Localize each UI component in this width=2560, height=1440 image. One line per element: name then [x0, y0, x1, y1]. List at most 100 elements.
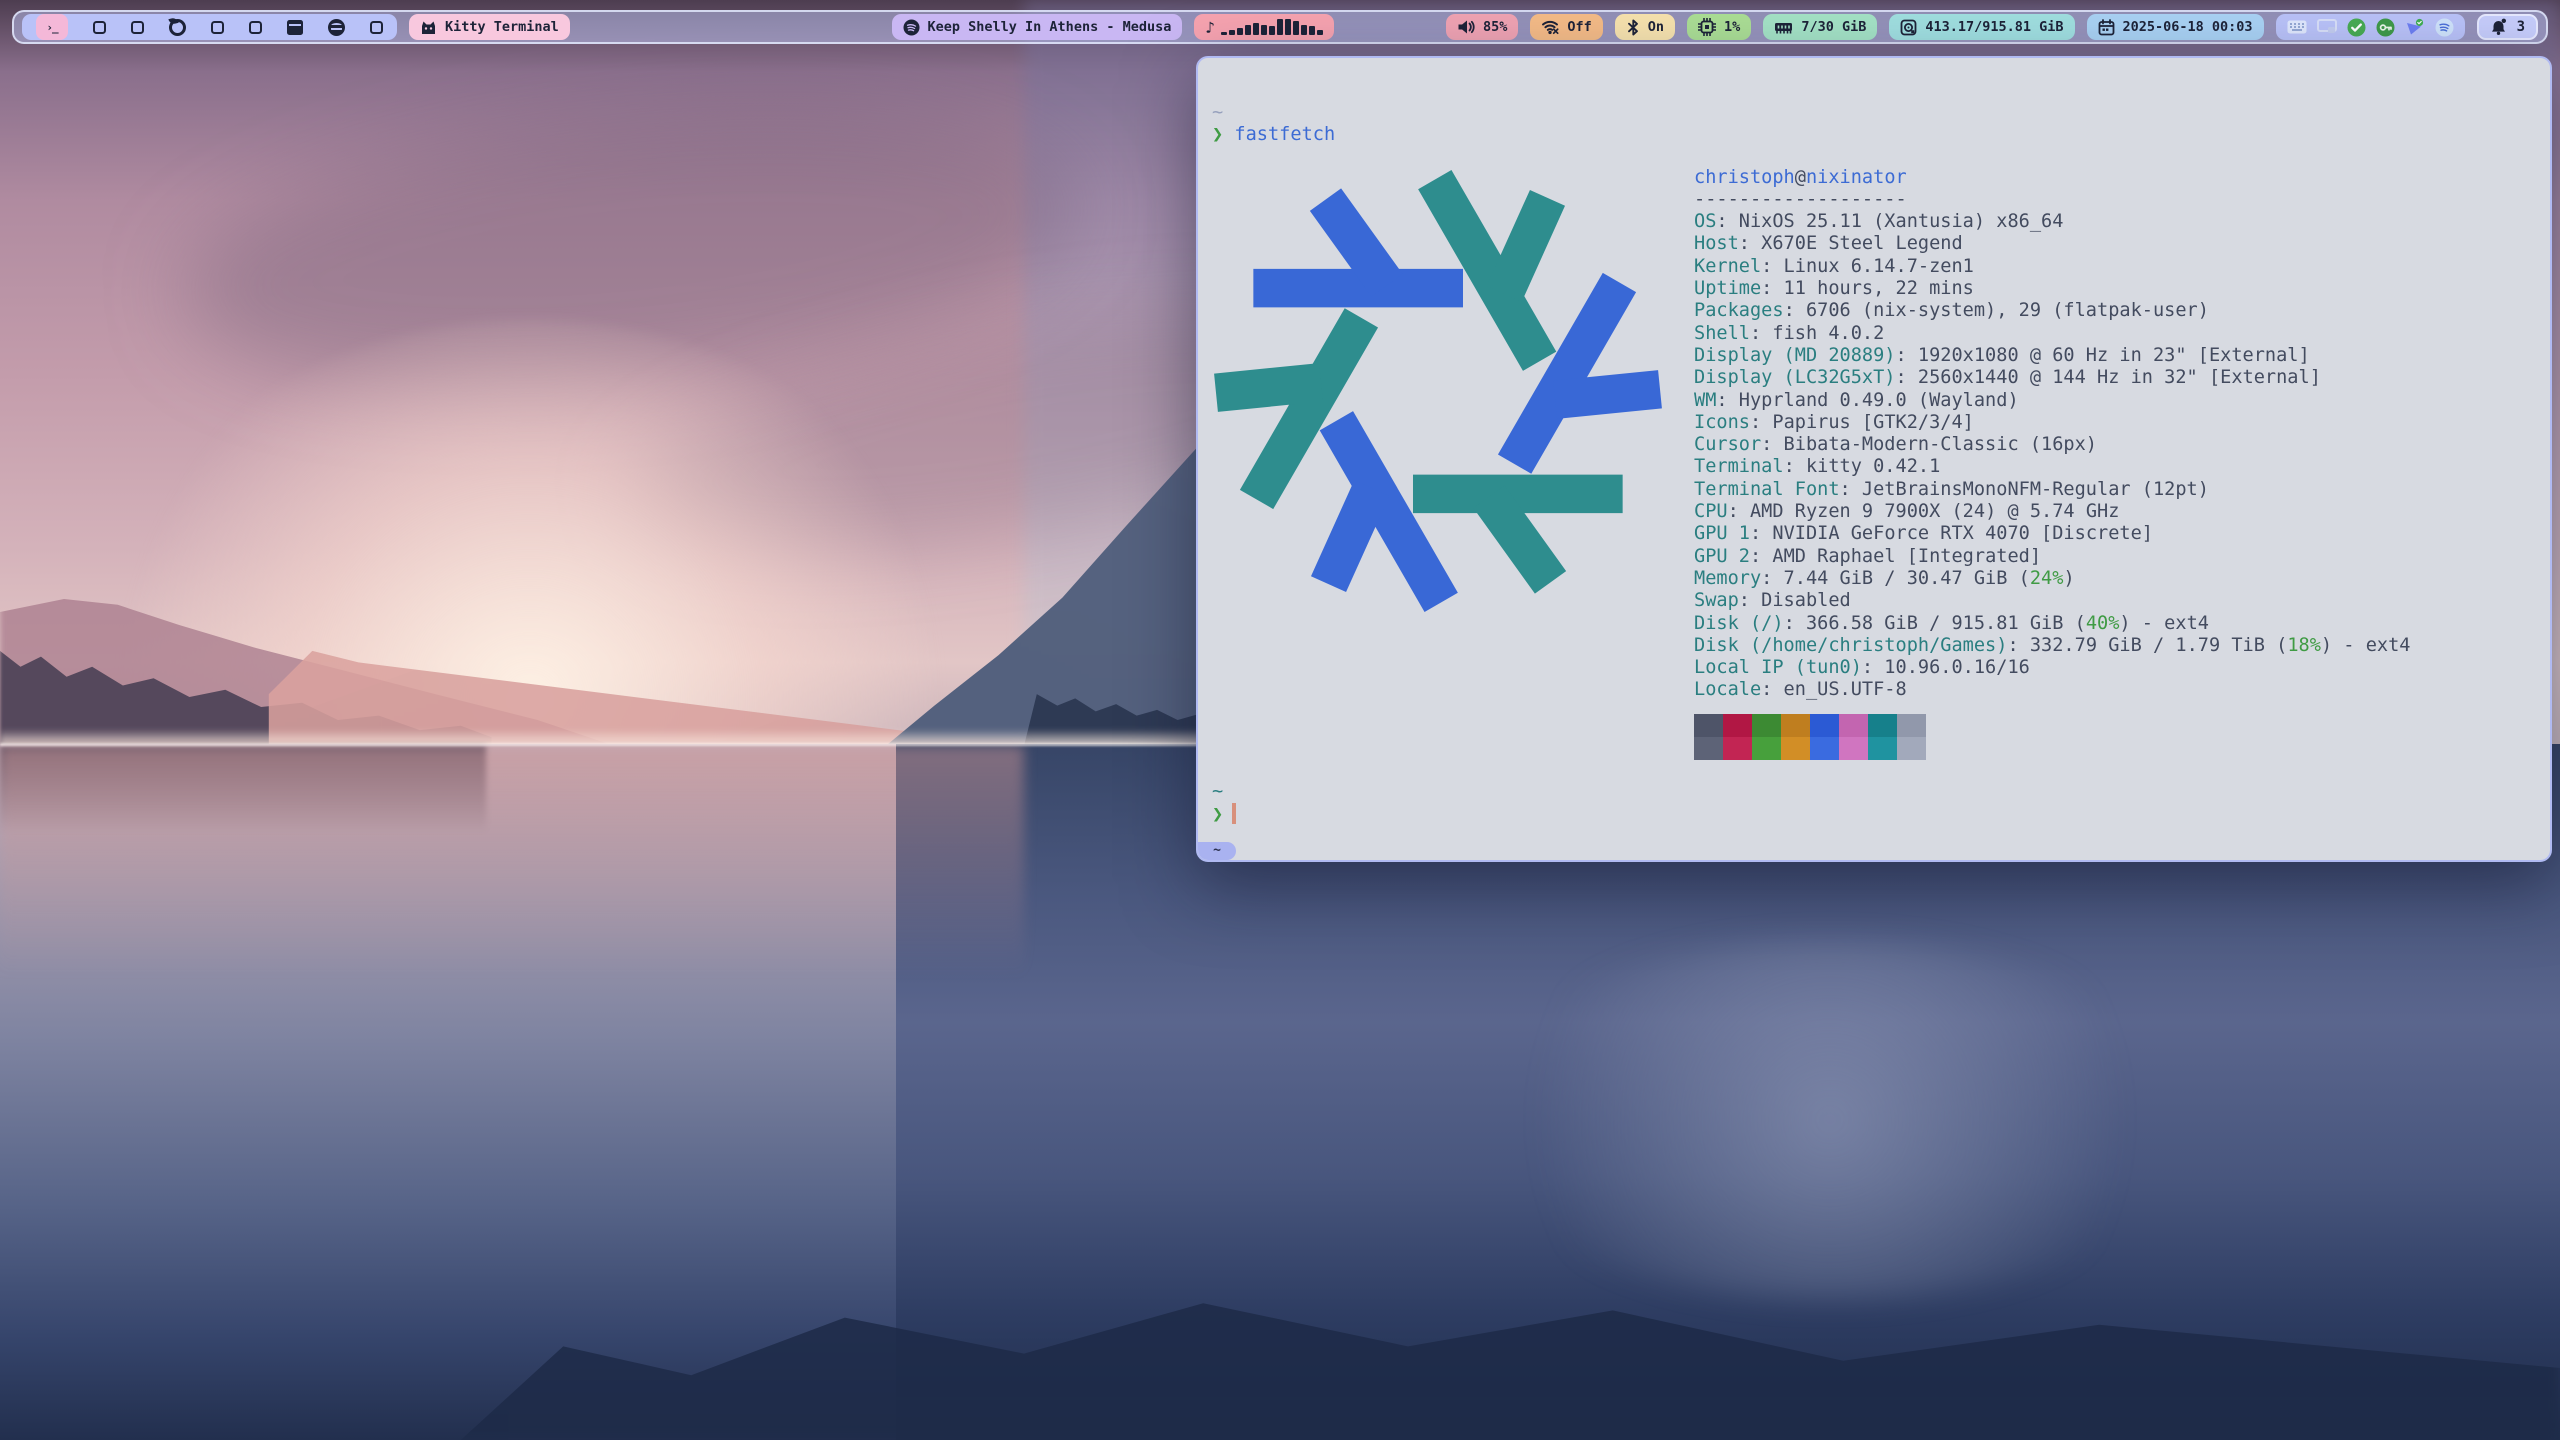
fastfetch-line: OS: NixOS 25.11 (Xantusia) x86_64 [1694, 211, 2410, 233]
disk-icon [1900, 19, 1917, 36]
cpu-usage: 1% [1724, 19, 1740, 35]
prompt-directory: ~ [1212, 781, 2550, 803]
kitty-terminal-window[interactable]: ~ ❯ fastfetch christoph@nixinator-------… [1196, 56, 2552, 862]
cpu-module[interactable]: 1% [1687, 14, 1751, 40]
fastfetch-line: Disk (/): 366.58 GiB / 915.81 GiB (40%) … [1694, 613, 2410, 635]
disk-module[interactable]: 413.17/915.81 GiB [1889, 14, 2074, 40]
workspace-empty-icon[interactable] [249, 21, 262, 34]
bluetooth-module[interactable]: On [1615, 14, 1675, 40]
bluetooth-status: On [1648, 19, 1664, 35]
network-module[interactable]: Off [1530, 14, 1602, 40]
prompt-symbol: ❯ [1212, 124, 1223, 145]
tray-screen-lock-icon[interactable] [2317, 19, 2337, 35]
workspace-window-icon[interactable] [287, 20, 303, 35]
cava-bar [1221, 32, 1227, 35]
disk-usage: 413.17/915.81 GiB [1925, 19, 2063, 35]
palette-swatch [1781, 737, 1810, 760]
palette-swatch [1694, 737, 1723, 760]
volume-module[interactable]: 85% [1446, 14, 1518, 40]
window-title-label: Kitty Terminal [445, 19, 559, 35]
media-player-module[interactable]: Keep Shelly In Athens - Medusa [892, 14, 1183, 40]
prompt-symbol: ❯ [1212, 804, 1223, 825]
system-tray [2276, 14, 2465, 40]
notifications-module[interactable]: 3 [2477, 14, 2538, 40]
workspace-active-terminal[interactable]: ›_ [36, 14, 68, 40]
nixos-logo [1212, 165, 1664, 617]
calendar-icon [2098, 19, 2115, 36]
workspaces-module: ›_ [22, 14, 397, 40]
memory-usage: 7/30 GiB [1801, 19, 1866, 35]
cava-bar [1237, 28, 1243, 35]
cava-bar [1309, 26, 1315, 35]
palette-swatch [1752, 714, 1781, 737]
fastfetch-line: Icons: Papirus [GTK2/3/4] [1694, 412, 2410, 434]
terminal-color-palette [1694, 714, 2410, 760]
palette-swatch [1868, 714, 1897, 737]
prompt-directory: ~ [1212, 102, 2550, 124]
bluetooth-icon [1626, 19, 1640, 36]
workspace-empty-icon[interactable] [370, 21, 383, 34]
cava-bar [1253, 23, 1259, 35]
text-cursor [1232, 803, 1236, 824]
fastfetch-line: Terminal: kitty 0.42.1 [1694, 456, 2410, 478]
wallpaper-water-glow [1450, 940, 2210, 1300]
network-status: Off [1567, 19, 1591, 35]
workspace-empty-icon[interactable] [93, 21, 106, 34]
fastfetch-line: Packages: 6706 (nix-system), 29 (flatpak… [1694, 300, 2410, 322]
cava-bar [1277, 19, 1283, 35]
prompt-line: ❯ fastfetch [1212, 124, 2550, 146]
wifi-off-icon [1541, 19, 1559, 35]
fastfetch-line: CPU: AMD Ryzen 9 7900X (24) @ 5.74 GHz [1694, 501, 2410, 523]
tray-keyboard-icon[interactable] [2287, 20, 2307, 34]
palette-swatch [1897, 737, 1926, 760]
fastfetch-line: Display (LC32G5xT): 2560x1440 @ 144 Hz i… [1694, 367, 2410, 389]
audio-visualizer-module[interactable]: ♪ [1194, 14, 1334, 40]
system-info-lines: christoph@nixinator-------------------OS… [1694, 167, 2410, 702]
notification-count: 3 [2517, 19, 2525, 35]
fastfetch-line: Swap: Disabled [1694, 590, 2410, 612]
bell-icon [2490, 18, 2509, 36]
tray-key-icon[interactable] [2376, 18, 2395, 37]
fastfetch-line: Disk (/home/christoph/Games): 332.79 GiB… [1694, 635, 2410, 657]
palette-swatch [1810, 714, 1839, 737]
cava-bar [1229, 30, 1235, 35]
tray-sync-badge-icon[interactable] [2405, 18, 2425, 37]
tray-check-badge-icon[interactable] [2347, 18, 2366, 37]
workspace-firefox-icon[interactable] [169, 19, 186, 36]
clock-module[interactable]: 2025-06-18 00:03 [2087, 14, 2264, 40]
workspace-empty-icon[interactable] [211, 21, 224, 34]
fastfetch-line: ------------------- [1694, 189, 2410, 211]
kitty-tab[interactable]: ~ [1198, 842, 1236, 860]
cat-icon [420, 20, 437, 35]
command-text: fastfetch [1234, 124, 1335, 145]
palette-swatch [1810, 737, 1839, 760]
fastfetch-line: Kernel: Linux 6.14.7-zen1 [1694, 256, 2410, 278]
cava-bar [1293, 21, 1299, 35]
tray-spotify-icon[interactable] [2435, 18, 2454, 37]
fastfetch-line: Locale: en_US.UTF-8 [1694, 679, 2410, 701]
music-note-icon: ♪ [1205, 18, 1215, 37]
spotify-icon [903, 19, 920, 36]
fastfetch-output: christoph@nixinator-------------------OS… [1212, 161, 2550, 761]
prompt-line-active: ❯ [1212, 803, 2550, 826]
wallpaper-slope-reflection [0, 746, 1024, 976]
fastfetch-line: Memory: 7.44 GiB / 30.47 GiB (24%) [1694, 568, 2410, 590]
fastfetch-line: christoph@nixinator [1694, 167, 2410, 189]
fastfetch-line: Local IP (tun0): 10.96.0.16/16 [1694, 657, 2410, 679]
memory-module[interactable]: 7/30 GiB [1763, 14, 1877, 40]
fastfetch-line: Terminal Font: JetBrainsMonoNFM-Regular … [1694, 479, 2410, 501]
volume-value: 85% [1483, 19, 1507, 35]
fastfetch-line: Uptime: 11 hours, 22 mins [1694, 278, 2410, 300]
palette-swatch [1781, 714, 1810, 737]
fastfetch-line: GPU 1: NVIDIA GeForce RTX 4070 [Discrete… [1694, 523, 2410, 545]
ram-icon [1774, 20, 1793, 35]
terminal-content: ~ ❯ fastfetch christoph@nixinator-------… [1198, 58, 2550, 826]
fastfetch-line: Display (MD 20889): 1920x1080 @ 60 Hz in… [1694, 345, 2410, 367]
fastfetch-line: Host: X670E Steel Legend [1694, 233, 2410, 255]
active-window-title[interactable]: Kitty Terminal [409, 14, 570, 40]
workspace-empty-icon[interactable] [131, 21, 144, 34]
palette-swatch [1839, 737, 1868, 760]
visualizer-bars [1221, 19, 1323, 35]
workspace-spotify-icon[interactable] [328, 19, 345, 36]
palette-swatch [1723, 737, 1752, 760]
